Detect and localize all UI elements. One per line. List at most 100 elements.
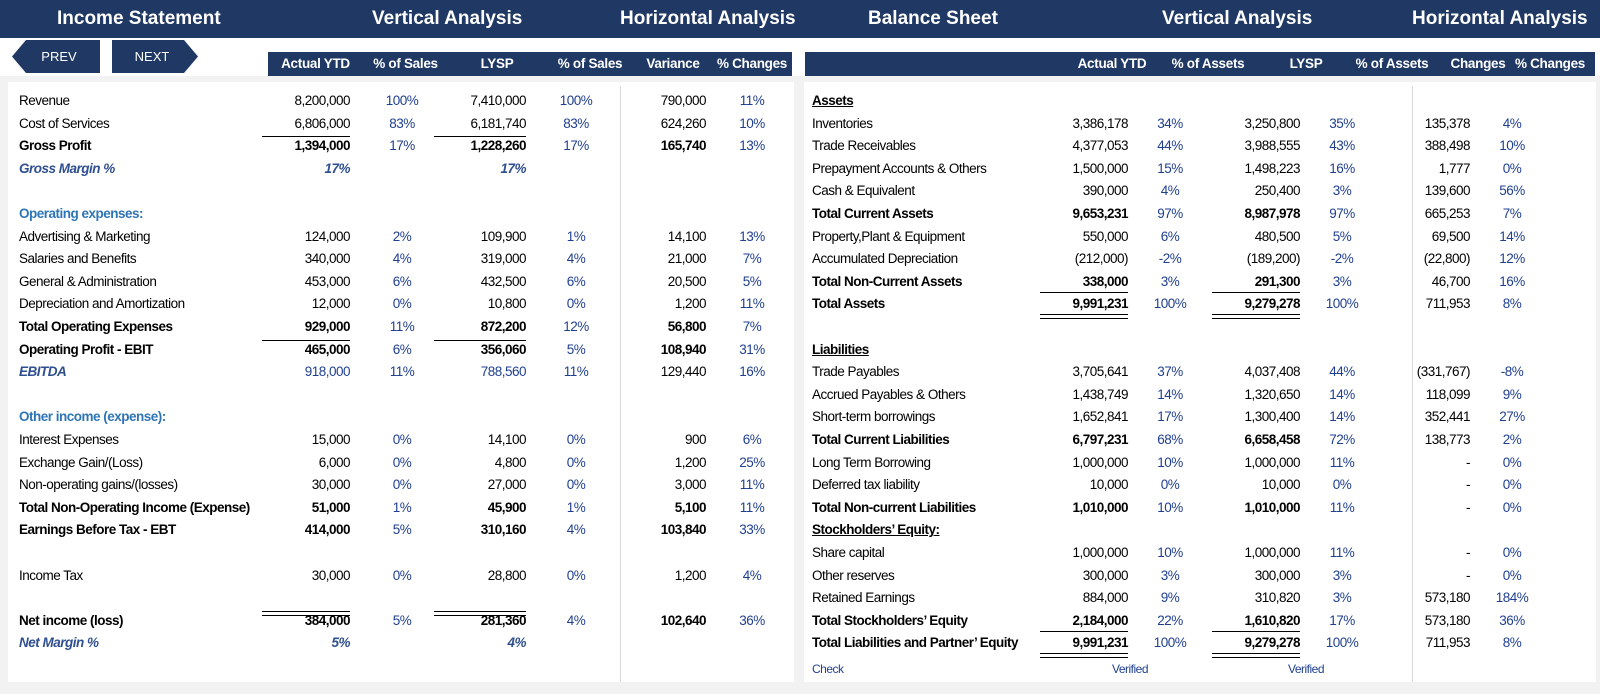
cell-vp: 11% [739, 477, 765, 493]
cell-lp: 3% [1332, 183, 1352, 199]
row-label: Total Operating Expenses [19, 319, 173, 334]
cell-l: 1,498,223 [1244, 160, 1300, 176]
income-row [19, 542, 789, 564]
cell-vp: 7% [742, 319, 762, 334]
cell-lp: 12% [563, 319, 589, 334]
cell-l: 9,279,278 [1244, 296, 1300, 312]
is-col-header: % of Sales [557, 56, 623, 71]
balance-row: Property,Plant & Equipment 550,000 6% 480,5… [812, 226, 1592, 248]
cell-ap: 0% [392, 296, 412, 312]
underline-rule [434, 136, 526, 138]
cell-ap: 5% [392, 522, 412, 538]
next-button[interactable]: NEXT [112, 40, 198, 73]
cell-l: 10,000 [1261, 477, 1301, 493]
cell-vp: 11% [739, 296, 765, 312]
cell-ap: 44% [1157, 138, 1183, 154]
cell-l: (189,200) [1246, 251, 1301, 267]
balance-row: Assets [812, 90, 1592, 112]
bs-col-header: Actual YTD [1077, 56, 1147, 71]
row-label: Deferred tax liability [812, 477, 920, 493]
cell-a: 3,386,178 [1072, 115, 1128, 131]
cell-lp: 3% [1332, 567, 1352, 583]
row-label: Total Liabilities and Partner’ Equity [812, 635, 1019, 651]
cell-vp: 5% [742, 273, 762, 289]
cell-l: 10,800 [487, 296, 527, 312]
bs-col-header: LYSP [1289, 56, 1323, 71]
check-label: Check [812, 662, 844, 676]
row-label: Operating Profit - EBIT [19, 341, 154, 357]
income-row: Non-operating gains/(losses) 30,000 0% 27,0… [19, 474, 789, 496]
cell-l: 1,300,400 [1244, 409, 1300, 425]
cell-lp: 0% [566, 296, 586, 312]
cell-a: 453,000 [304, 273, 351, 289]
income-row: EBITDA 918,000 11% 788,560 11% 129,440 16% [19, 361, 789, 383]
cell-a: 1,438,749 [1072, 386, 1128, 402]
cell-vp: 16% [1499, 273, 1525, 289]
balance-row: Short-term borrowings 1,652,841 17% 1,300,4… [812, 406, 1592, 428]
cell-l: 6,181,740 [470, 115, 526, 131]
cell-v: 1,200 [674, 567, 707, 583]
cell-vp: 184% [1495, 590, 1529, 606]
cell-l: 432,500 [480, 273, 527, 289]
row-label: Gross Profit [19, 138, 92, 154]
cell-lp: 4% [566, 251, 586, 267]
cell-ap: 15% [1157, 160, 1183, 176]
cell-v: - [1466, 545, 1471, 560]
bs-col-header: % of Assets [1171, 56, 1245, 71]
balance-row: Total Assets 9,991,231 100% 9,279,278 100% 71… [812, 293, 1592, 315]
row-label: Other reserves [812, 567, 895, 583]
cell-v: 69,500 [1431, 228, 1471, 244]
income-row: Gross Margin % 17% 17% [19, 158, 789, 180]
underline-rule [434, 610, 526, 616]
cell-vp: 36% [739, 612, 765, 628]
income-row: Income Tax 30,000 0% 28,800 0% 1,200 4% [19, 565, 789, 587]
cell-lp: 1% [566, 228, 586, 244]
cell-v: 129,440 [660, 364, 707, 380]
cell-lp: 4% [566, 612, 586, 628]
cell-lp: 14% [1329, 409, 1355, 425]
row-label: Net income (loss) [19, 612, 124, 628]
cell-vp: 7% [742, 251, 762, 267]
cell-a: 6,797,231 [1072, 432, 1128, 447]
row-label: Income Tax [19, 567, 83, 583]
cell-v: 388,498 [1424, 138, 1471, 154]
cell-a: 1,010,000 [1072, 499, 1128, 515]
balance-row: Long Term Borrowing 1,000,000 10% 1,000,000… [812, 452, 1592, 474]
income-row: Earnings Before Tax - EBT 414,000 5% 310,16… [19, 519, 789, 541]
underline-rule [1040, 630, 1128, 632]
cell-a: 1,500,000 [1072, 160, 1128, 176]
cell-ap: 6% [392, 341, 412, 357]
balance-row: Total Current Liabilities 6,797,231 68% 6,6… [812, 429, 1592, 451]
cell-l: 872,200 [480, 319, 527, 334]
cell-v: 139,600 [1424, 183, 1471, 199]
cell-lp: 5% [1332, 228, 1352, 244]
prev-button[interactable]: PREV [12, 40, 100, 73]
cell-l: 1,228,260 [470, 138, 526, 154]
cell-lp: 6% [566, 273, 586, 289]
row-label: EBITDA [19, 364, 67, 380]
income-row: Salaries and Benefits 340,000 4% 319,000 4% 2… [19, 248, 789, 270]
is-col-header: % Changes [716, 56, 788, 71]
cell-v: 624,260 [660, 115, 707, 131]
cell-vp: 33% [739, 522, 765, 538]
balance-row: Share capital 1,000,000 10% 1,000,000 11% - 0% [812, 542, 1592, 564]
cell-a: 1,000,000 [1072, 454, 1128, 470]
row-label: Depreciation and Amortization [19, 296, 185, 312]
row-label: Gross Margin % [19, 160, 115, 176]
cell-a: 300,000 [1082, 567, 1129, 583]
cell-l: 1,010,000 [1244, 499, 1300, 515]
income-row: Operating expenses: [19, 203, 789, 225]
row-label: Exchange Gain/(Loss) [19, 454, 143, 470]
cell-lp: 11% [1329, 545, 1355, 560]
cell-v: 573,180 [1424, 590, 1471, 606]
row-label: Operating expenses: [19, 206, 144, 221]
cell-ap: 83% [389, 115, 415, 131]
header-bar [0, 0, 1600, 38]
cell-lp: 0% [566, 477, 586, 493]
cell-lp: 16% [1329, 160, 1355, 176]
is-vertical-analysis-title: Vertical Analysis [372, 8, 523, 29]
cell-a: 9,653,231 [1072, 206, 1128, 221]
underline-rule [1040, 314, 1128, 320]
cell-lp: 0% [566, 432, 586, 447]
cell-l: 310,160 [480, 522, 527, 538]
